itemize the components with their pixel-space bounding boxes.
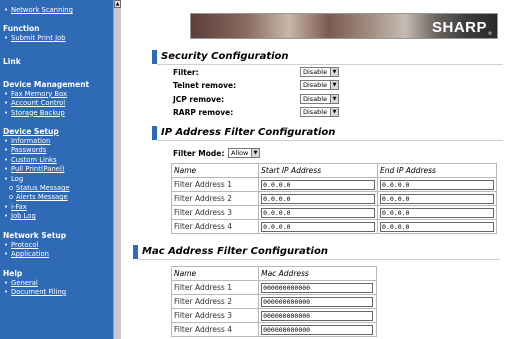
sidebar-heading-help: Help xyxy=(3,268,23,278)
end-ip-input[interactable]: 0.0.0.0 xyxy=(380,207,495,218)
sidebar-item-application[interactable]: • Application xyxy=(0,250,113,259)
sidebar-item-pull-print[interactable]: • Pull Print(Panel) xyxy=(0,165,113,174)
table-row: Filter Address 2 000000000000 xyxy=(170,294,377,309)
filter-mode-label: Filter Mode: xyxy=(173,149,225,158)
mac-filter-table: Name Mac Address Filter Address 1 000000… xyxy=(170,266,377,337)
column-header-mac: Mac Address xyxy=(258,266,377,281)
column-header-name: Name xyxy=(170,266,260,281)
table-header-row: Name Start IP Address End IP Address xyxy=(170,163,497,178)
dropdown-arrow-icon: ▼ xyxy=(330,68,338,76)
security-config-heading: Security Configuration xyxy=(152,50,503,65)
table-row: Filter Address 2 0.0.0.0 0.0.0.0 xyxy=(170,191,497,206)
sidebar-item-fax-memory-box[interactable]: • Fax Memory Box xyxy=(0,90,113,99)
table-row: Filter Address 4 000000000000 xyxy=(170,322,377,337)
sidebar-item-passwords[interactable]: • Passwords xyxy=(0,146,113,155)
mac-address-input[interactable]: 000000000000 xyxy=(261,310,374,321)
sidebar-heading-network-setup: Network Setup xyxy=(3,230,67,240)
end-ip-input[interactable]: 0.0.0.0 xyxy=(380,221,495,232)
filter-name-cell: Filter Address 3 xyxy=(170,205,260,220)
sidebar-item-job-log[interactable]: • Job Log xyxy=(0,212,113,221)
filter-name-cell: Filter Address 2 xyxy=(170,191,260,206)
mac-filter-heading: Mac Address Filter Configuration xyxy=(133,245,500,260)
sidebar-item-custom-links[interactable]: • Custom Links xyxy=(0,156,113,165)
filter-name-cell: Filter Address 1 xyxy=(170,280,260,295)
table-row: Filter Address 4 0.0.0.0 0.0.0.0 xyxy=(170,219,497,234)
sidebar-item-i-fax[interactable]: • i-Fax xyxy=(0,203,113,212)
sidebar-item-storage-backup[interactable]: • Storage Backup xyxy=(0,109,113,118)
sidebar-item-submit-print-job[interactable]: • Submit Print Job xyxy=(0,34,113,43)
dropdown-arrow-icon: ▼ xyxy=(251,149,259,157)
filter-name-cell: Filter Address 4 xyxy=(170,219,260,234)
sidebar-nav: • Network Scanning Function • Submit Print… xyxy=(0,0,113,339)
table-row: Filter Address 3 0.0.0.0 0.0.0.0 xyxy=(170,205,497,220)
table-row: Filter Address 1 000000000000 xyxy=(170,280,377,295)
scroll-up-icon[interactable]: ▲ xyxy=(114,0,121,8)
mac-address-input[interactable]: 000000000000 xyxy=(261,296,374,307)
filter-name-cell: Filter Address 4 xyxy=(170,322,260,337)
start-ip-input[interactable]: 0.0.0.0 xyxy=(261,221,376,232)
telnet-remove-select[interactable]: Disable ▼ xyxy=(300,80,339,90)
telnet-remove-label: Telnet remove: xyxy=(173,81,237,90)
sidebar-scrollbar[interactable]: ▲ xyxy=(113,0,121,339)
sidebar-heading-link: Link xyxy=(3,56,21,66)
table-header-row: Name Mac Address xyxy=(170,266,377,281)
rarp-remove-select[interactable]: Disable ▼ xyxy=(300,107,339,117)
sidebar-subitem-alerts-message[interactable]: o Alerts Message xyxy=(0,193,113,202)
sidebar-item-general[interactable]: • General xyxy=(0,279,113,288)
filter-name-cell: Filter Address 1 xyxy=(170,177,260,192)
filter-name-cell: Filter Address 3 xyxy=(170,308,260,323)
ip-filter-table: Name Start IP Address End IP Address Fil… xyxy=(170,163,497,234)
sharp-logo: SHARP xyxy=(431,19,487,36)
sidebar-item-protocol[interactable]: • Protocol xyxy=(0,241,113,250)
ip-filter-heading: IP Address Filter Configuration xyxy=(152,126,503,141)
end-ip-input[interactable]: 0.0.0.0 xyxy=(380,193,495,204)
header-banner: SHARP ® xyxy=(190,13,498,39)
rarp-remove-label: RARP remove: xyxy=(173,108,234,117)
sidebar-item-account-control[interactable]: • Account Control xyxy=(0,99,113,108)
dropdown-arrow-icon: ▼ xyxy=(330,108,338,116)
table-row: Filter Address 3 000000000000 xyxy=(170,308,377,323)
column-header-name: Name xyxy=(170,163,260,178)
sidebar-item-information[interactable]: • Information xyxy=(0,137,113,146)
start-ip-input[interactable]: 0.0.0.0 xyxy=(261,207,376,218)
column-header-start-ip: Start IP Address xyxy=(258,163,379,178)
filter-select[interactable]: Disable ▼ xyxy=(300,67,339,77)
dropdown-arrow-icon: ▼ xyxy=(330,81,338,89)
sidebar-item-log[interactable]: • Log xyxy=(0,175,113,184)
jcp-remove-label: JCP remove: xyxy=(173,95,225,104)
mac-address-input[interactable]: 000000000000 xyxy=(261,282,374,293)
sidebar-item-network-scanning[interactable]: • Network Scanning xyxy=(0,6,113,15)
dropdown-arrow-icon: ▼ xyxy=(330,95,338,103)
jcp-remove-select[interactable]: Disable ▼ xyxy=(300,94,339,104)
sidebar-heading-device-management: Device Management xyxy=(3,79,90,89)
end-ip-input[interactable]: 0.0.0.0 xyxy=(380,179,495,190)
start-ip-input[interactable]: 0.0.0.0 xyxy=(261,193,376,204)
start-ip-input[interactable]: 0.0.0.0 xyxy=(261,179,376,190)
sidebar-heading-function: Function xyxy=(3,24,40,34)
filter-label: Filter: xyxy=(173,68,199,77)
sidebar-subitem-status-message[interactable]: o Status Message xyxy=(0,184,113,193)
column-header-end-ip: End IP Address xyxy=(377,163,497,178)
sidebar-heading-device-setup[interactable]: Device Setup xyxy=(0,127,113,137)
filter-name-cell: Filter Address 2 xyxy=(170,294,260,309)
registered-mark: ® xyxy=(488,31,492,36)
filter-mode-select[interactable]: Allow ▼ xyxy=(228,148,260,158)
table-row: Filter Address 1 0.0.0.0 0.0.0.0 xyxy=(170,177,497,192)
mac-address-input[interactable]: 000000000000 xyxy=(261,324,374,335)
sidebar-item-document-filing[interactable]: • Document Filing xyxy=(0,288,113,297)
